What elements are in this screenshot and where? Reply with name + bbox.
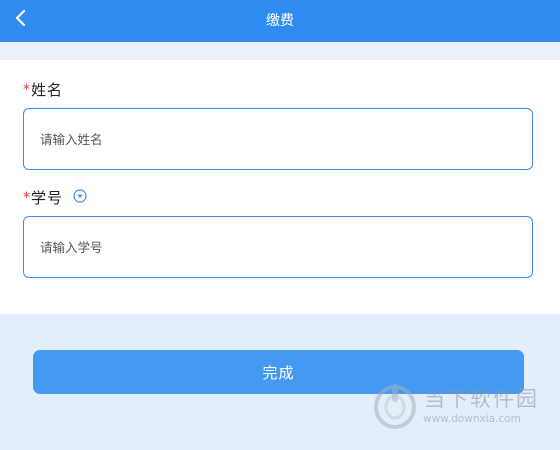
student-id-input[interactable] xyxy=(23,216,533,278)
student-id-label: * 学号 xyxy=(23,187,87,208)
student-id-dropdown-button[interactable] xyxy=(73,188,87,207)
student-id-label-text: 学号 xyxy=(31,189,64,207)
page-title: 缴费 xyxy=(266,13,294,29)
app-header: 缴费 xyxy=(0,0,560,42)
name-input[interactable] xyxy=(23,108,533,170)
submit-button[interactable]: 完成 xyxy=(33,350,524,394)
payment-form: * 姓名 * 学号 xyxy=(0,60,560,314)
chevron-down-circle-icon xyxy=(73,188,87,207)
required-mark: * xyxy=(23,189,30,206)
name-label-text: 姓名 xyxy=(31,81,64,99)
name-label: * 姓名 xyxy=(23,79,63,100)
watermark-url: www.downxia.com xyxy=(423,413,521,425)
header-spacer xyxy=(0,42,560,60)
required-mark: * xyxy=(23,81,30,98)
